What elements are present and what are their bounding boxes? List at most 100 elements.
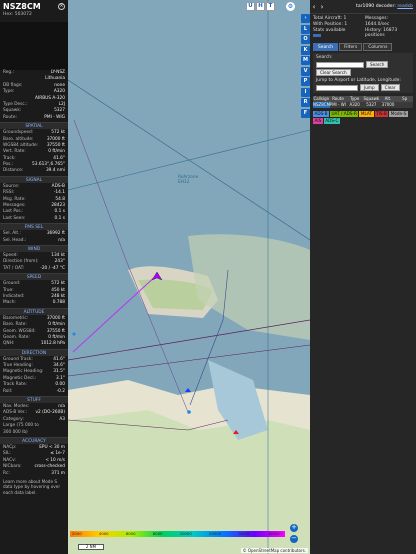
hex-code: Hex: 503072 <box>3 12 32 17</box>
legend-tick: 6000 <box>125 531 136 536</box>
decoder-label: decoder: <box>375 4 396 9</box>
section-title[interactable]: SPEED <box>0 273 68 281</box>
source-tag: ADS-B <box>313 111 329 118</box>
section-title[interactable]: ACCURACY <box>0 436 68 444</box>
data-label: TAT / OAT: <box>3 265 25 271</box>
data-row: Last Seen: 0.1 s <box>0 216 68 222</box>
clear-search-button[interactable]: Clear Search <box>316 69 351 77</box>
data-row: Mach: 0.788 <box>0 300 68 306</box>
source-tag: UAT / ADS-R <box>329 111 359 118</box>
tab-search[interactable]: Search <box>313 43 339 52</box>
section-title[interactable]: SIGNAL <box>0 175 68 183</box>
side-button-m[interactable]: M <box>301 56 310 65</box>
jump-button[interactable]: Jump <box>360 84 379 92</box>
map-view[interactable]: Ruhrzone EH12 2 NM © OpenStreetMap contr… <box>68 0 310 554</box>
source-tag: ADS-C <box>323 118 340 125</box>
side-button-f[interactable]: F <box>301 108 310 118</box>
toolbar-button-u[interactable]: U <box>246 2 255 11</box>
table-cell: 37000 <box>381 102 395 108</box>
data-label: Mach: <box>3 300 16 306</box>
toggle-panel-button[interactable]: › <box>301 14 310 23</box>
side-button-l[interactable]: L <box>301 24 310 34</box>
section-title[interactable]: WIND <box>0 244 68 252</box>
area-label-2: EH12 <box>178 179 190 185</box>
footer-note: Learn more about Mode S data type by hov… <box>3 478 61 495</box>
section-title[interactable]: FMS SEL <box>0 223 68 231</box>
zoom-in-button[interactable]: + <box>290 524 298 532</box>
data-value: 39.4 nmi <box>45 168 65 174</box>
logo-text: tar1090 <box>356 4 375 9</box>
data-value: 1012.8 hPa <box>40 341 65 347</box>
data-value: 371 m <box>51 470 65 476</box>
data-label: 300 000 lb) <box>3 429 28 435</box>
aircraft-header: NSZ8CM Hex: 503072 × <box>0 0 68 22</box>
collapse-right-icon[interactable]: › <box>318 3 326 11</box>
data-row: QNH: 1012.8 hPa <box>0 341 68 347</box>
table-cell: A320 <box>349 102 360 108</box>
data-row: 300 000 lb) <box>0 430 68 436</box>
side-button-r[interactable]: R <box>301 98 310 107</box>
side-button-k[interactable]: K <box>301 45 310 55</box>
search-panel: Search: Search Clear Search Jump to Airp… <box>313 53 413 94</box>
side-button-o[interactable]: O <box>301 35 310 44</box>
source-tag: TIS-B <box>374 111 389 118</box>
attribution: © OpenStreetMap contributors. <box>240 548 308 553</box>
stats-available[interactable]: Stats available <box>313 28 361 34</box>
map-canvas: Ruhrzone EH12 <box>68 0 310 554</box>
scale-bar: 2 NM <box>78 544 104 550</box>
aircraft-sections: SPATIAL Groundspeed: 572 kt Baro. altitude:… <box>0 122 68 477</box>
detail-value: PMI - WIG <box>44 114 65 120</box>
section-title[interactable]: SPATIAL <box>0 122 68 130</box>
panel-tabs: Search Filters Columns <box>310 41 416 53</box>
data-label: Roll: <box>3 388 13 394</box>
table-row[interactable]: NSZ8CMPMI - WIGA320 5327 37000 <box>313 102 413 109</box>
settings-gear-icon[interactable]: ⚙ <box>286 2 295 11</box>
messages-rate: Messages: 1644.0/sec <box>365 16 390 27</box>
legend-tick: 4000 <box>98 531 109 536</box>
table-cell: NSZ8CM <box>313 102 330 109</box>
table-cell: 5327 <box>366 102 377 108</box>
section-title[interactable]: DIRECTION <box>0 348 68 356</box>
detail-label: Reg.: <box>3 70 14 75</box>
aircraft-table: Callsign Route Type Squawk Alt. Sp NSZ8CM PMI … <box>313 96 413 109</box>
side-button-p[interactable]: P <box>301 77 310 86</box>
search-input[interactable] <box>316 61 364 68</box>
tab-columns[interactable]: Columns <box>363 43 393 52</box>
legend-tick: 2000 <box>72 531 82 536</box>
map-side-buttons: › L O K M V P I R F <box>301 14 310 119</box>
data-value: A3 <box>59 416 65 422</box>
panel-top-bar: ‹ › tar1090 decoder: readsb <box>310 0 416 14</box>
side-button-v[interactable]: V <box>301 66 310 76</box>
aircraft-photo <box>0 22 68 70</box>
jump-label: Jump to Airport or Latitude, Longitude: <box>316 78 401 84</box>
data-value: -0.2 <box>56 388 65 394</box>
legend-tick: 40000+ <box>267 531 283 536</box>
side-button-i[interactable]: I <box>301 87 310 97</box>
detail-row: Route: PMI - WIG <box>0 115 68 121</box>
section-title[interactable]: STUFF <box>0 396 68 404</box>
data-row: TAT / OAT: -20 / -47 °C <box>0 266 68 272</box>
close-icon[interactable]: × <box>58 3 65 10</box>
data-value: 0.1 s <box>54 215 65 221</box>
history: History: 16873 positions <box>365 27 398 39</box>
aircraft-details: Reg.: LY-NSZ Lithuania DB flags: none Type: A3… <box>0 70 68 121</box>
collapse-left-icon[interactable]: ‹ <box>310 3 318 11</box>
data-label: Rc: <box>3 470 10 476</box>
search-button[interactable]: Search <box>366 61 389 69</box>
aircraft-info-panel: NSZ8CM Hex: 503072 × Reg.: LY-NSZ Lithuani… <box>0 0 68 554</box>
toolbar-button-t[interactable]: T <box>266 2 275 11</box>
source-tag: MLAT <box>359 111 374 118</box>
clear-button[interactable]: Clear <box>380 84 400 92</box>
decoder-link[interactable]: readsb <box>397 4 413 9</box>
zoom-out-button[interactable]: − <box>290 535 298 543</box>
map-toolbar: UHT <box>246 2 275 11</box>
data-label: Last Seen: <box>3 215 26 221</box>
jump-input[interactable] <box>316 84 358 91</box>
toolbar-button-h[interactable]: H <box>256 2 265 11</box>
legend-tick: 30000 <box>238 531 251 536</box>
data-row: Sel. Head.: n/a <box>0 238 68 244</box>
data-value: -20 / -47 °C <box>40 265 65 271</box>
section-title[interactable]: ALTITUDE <box>0 307 68 315</box>
tab-filters[interactable]: Filters <box>339 43 363 52</box>
data-label: Distance: <box>3 168 24 174</box>
